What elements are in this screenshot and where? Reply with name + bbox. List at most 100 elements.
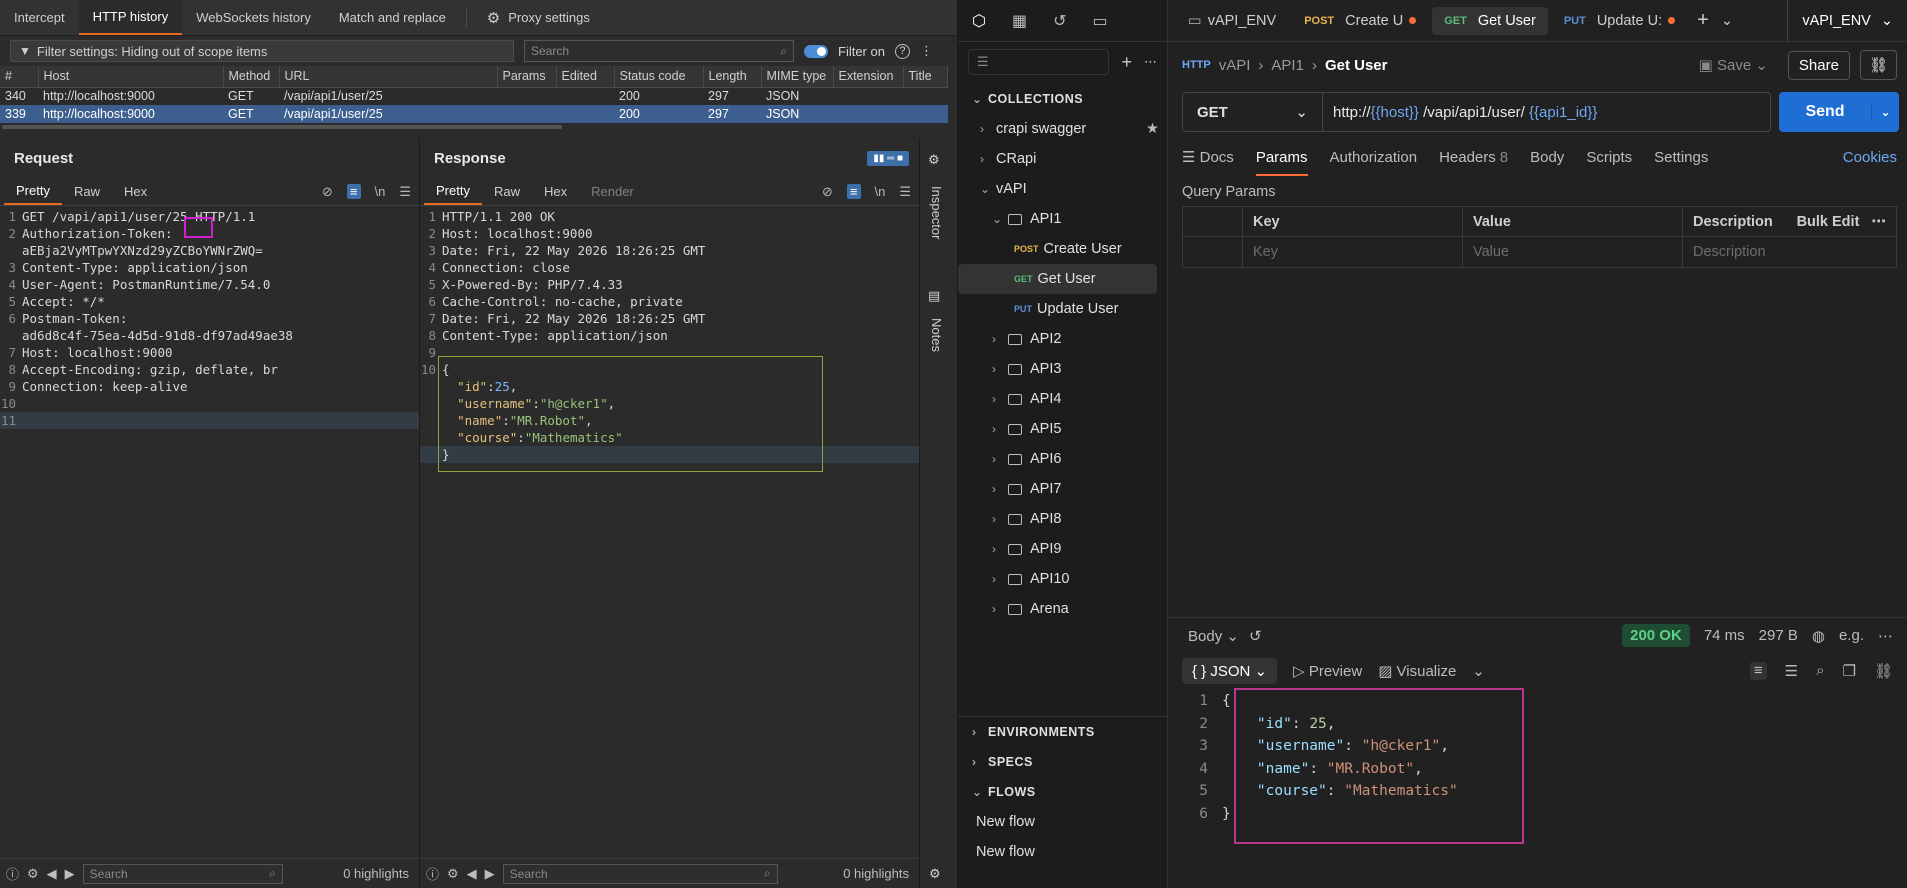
history-search-input[interactable]: Search ⌕ (524, 40, 794, 62)
wrap-icon[interactable]: ≡ (1749, 662, 1767, 680)
value-input[interactable]: Value (1463, 237, 1683, 267)
col-host[interactable]: Host (38, 66, 224, 88)
specs-header[interactable]: › SPECS (958, 747, 1167, 777)
breadcrumb-collection[interactable]: vAPI (1219, 57, 1251, 74)
search-icon[interactable]: ⌕ (1816, 662, 1824, 680)
back-arrow-icon[interactable]: ◀ (47, 866, 57, 882)
page-title[interactable]: Get User (1325, 57, 1388, 74)
example-icon[interactable]: e.g. (1839, 627, 1864, 644)
chevron-down-icon[interactable]: ⌄ (1472, 662, 1485, 680)
more-options-icon[interactable]: ⋮ (920, 43, 933, 59)
flows-header[interactable]: ⌄ FLOWS (958, 777, 1167, 807)
tab-hex[interactable]: Hex (112, 178, 159, 205)
hide-icon[interactable]: ⊘ (822, 184, 833, 200)
menu-icon[interactable]: ☰ (899, 184, 911, 200)
forward-arrow-icon[interactable]: ▶ (485, 866, 495, 882)
forward-arrow-icon[interactable]: ▶ (65, 866, 75, 882)
help-icon[interactable]: ⓘ (426, 864, 439, 883)
inspector-tab[interactable]: Inspector (929, 186, 944, 239)
sidebar-folder[interactable]: › API4 (958, 384, 1167, 414)
sidebar-request-get-user[interactable]: GET Get User (958, 264, 1157, 294)
newline-icon[interactable]: \n (875, 184, 886, 199)
tab-pretty[interactable]: Pretty (424, 178, 482, 205)
sidebar-item-crapi-swagger[interactable]: › crapi swagger ★ (958, 114, 1167, 144)
sidebar-folder[interactable]: › API3 (958, 354, 1167, 384)
response-size[interactable]: 297 B (1759, 627, 1798, 644)
col-method[interactable]: Method (223, 66, 280, 88)
filter-icon[interactable]: ☰ (968, 49, 1110, 75)
tab-headers[interactable]: Headers 8 (1439, 149, 1508, 166)
tab-create-user[interactable]: POST Create U (1292, 7, 1428, 35)
collections-icon[interactable]: ⬡ (972, 11, 986, 31)
help-icon[interactable]: ? (894, 43, 910, 59)
description-input[interactable]: Description (1683, 237, 1896, 267)
request-editor[interactable]: 1 GET /vapi/api1/user/25 HTTP/1.1 2 Autho… (0, 206, 419, 429)
tab-proxy-settings[interactable]: ⚙ Proxy settings (473, 0, 604, 35)
environment-selector[interactable]: vAPI_ENV ⌄ (1787, 0, 1907, 42)
send-button[interactable]: Send ⌄ (1779, 92, 1899, 132)
tab-pretty[interactable]: Pretty (4, 178, 62, 205)
col-edited[interactable]: Edited (556, 66, 615, 88)
sidebar-folder[interactable]: › API5 (958, 414, 1167, 444)
back-arrow-icon[interactable]: ◀ (467, 866, 477, 882)
share-button[interactable]: Share (1787, 50, 1850, 80)
tab-body[interactable]: Body (1530, 149, 1564, 166)
globe-icon[interactable]: ◍ (1812, 627, 1825, 645)
table-row-selected[interactable]: 339 http://localhost:9000 GET /vapi/api1… (0, 105, 948, 123)
col-url[interactable]: URL (279, 66, 498, 88)
col-mime-type[interactable]: MIME type (761, 66, 834, 88)
plus-icon[interactable]: + (1121, 52, 1132, 73)
flow-item[interactable]: New flow (958, 807, 1167, 837)
gear-icon[interactable]: ⚙ (929, 866, 941, 882)
gear-icon[interactable]: ⚙ (27, 866, 39, 882)
filter-toggle[interactable] (804, 44, 828, 58)
tab-raw[interactable]: Raw (62, 178, 112, 205)
tab-raw[interactable]: Raw (482, 178, 532, 205)
table-row[interactable]: 340 http://localhost:9000 GET /vapi/api1… (0, 87, 948, 105)
more-icon[interactable]: ⋯ (1144, 54, 1157, 70)
method-selector[interactable]: GET ⌄ (1183, 93, 1323, 131)
key-input[interactable]: Key (1243, 237, 1463, 267)
gear-icon[interactable]: ⚙ (447, 866, 459, 882)
chevron-down-icon[interactable]: ⌄ (1871, 105, 1899, 119)
tab-settings[interactable]: Settings (1654, 149, 1708, 166)
horizontal-scrollbar[interactable] (0, 123, 957, 131)
flow-item[interactable]: New flow (958, 837, 1167, 867)
wrap-icon[interactable]: ≡ (346, 184, 361, 199)
sidebar-item-vapi[interactable]: ⌄ vAPI (958, 174, 1167, 204)
environments-icon[interactable]: ▦ (1012, 11, 1027, 31)
help-icon[interactable]: ⓘ (6, 864, 19, 883)
format-selector[interactable]: { } JSON ⌄ (1182, 658, 1278, 684)
tab-update-user[interactable]: PUT Update U: (1552, 7, 1687, 35)
filter-icon[interactable]: ☰ (1785, 662, 1798, 680)
request-search-input[interactable]: Search ⌕ (82, 863, 283, 884)
bulk-edit-button[interactable]: Bulk Edit ⋯ (1797, 214, 1886, 230)
collections-header[interactable]: ⌄ COLLECTIONS (958, 84, 1167, 114)
star-icon[interactable]: ★ (1146, 121, 1159, 137)
col-extension[interactable]: Extension (833, 66, 904, 88)
tab-http-history[interactable]: HTTP history (78, 0, 183, 35)
col-params[interactable]: Params (497, 66, 557, 88)
tab-intercept[interactable]: Intercept (0, 0, 79, 35)
col-number[interactable]: # (0, 66, 39, 88)
sidebar-folder[interactable]: › API9 (958, 534, 1167, 564)
history-icon[interactable]: ↺ (1249, 627, 1262, 645)
sidebar-folder[interactable]: › API6 (958, 444, 1167, 474)
chevron-down-icon[interactable]: ⌄ (1721, 13, 1733, 29)
tab-docs[interactable]: ☰ Docs (1182, 148, 1234, 166)
save-button[interactable]: ▣ Save ⌄ (1689, 51, 1778, 79)
newline-icon[interactable]: \n (375, 184, 386, 199)
tab-websockets-history[interactable]: WebSockets history (182, 0, 325, 35)
col-length[interactable]: Length (703, 66, 762, 88)
link-icon[interactable]: ⛓ (1874, 662, 1893, 680)
layout-toggle[interactable]: ▮▮ ═ ■ (867, 150, 909, 166)
cookies-link[interactable]: Cookies (1843, 149, 1907, 166)
sidebar-folder[interactable]: › API2 (958, 324, 1167, 354)
tab-hex[interactable]: Hex (532, 178, 579, 205)
tab-get-user[interactable]: GET Get User (1432, 6, 1548, 35)
sidebar-item-crapi[interactable]: › CRapi (958, 144, 1167, 174)
plus-icon[interactable]: + (1697, 9, 1709, 32)
hide-icon[interactable]: ⊘ (322, 184, 333, 200)
folder-icon[interactable]: ▭ (1093, 11, 1108, 31)
col-title[interactable]: Title (903, 66, 948, 88)
